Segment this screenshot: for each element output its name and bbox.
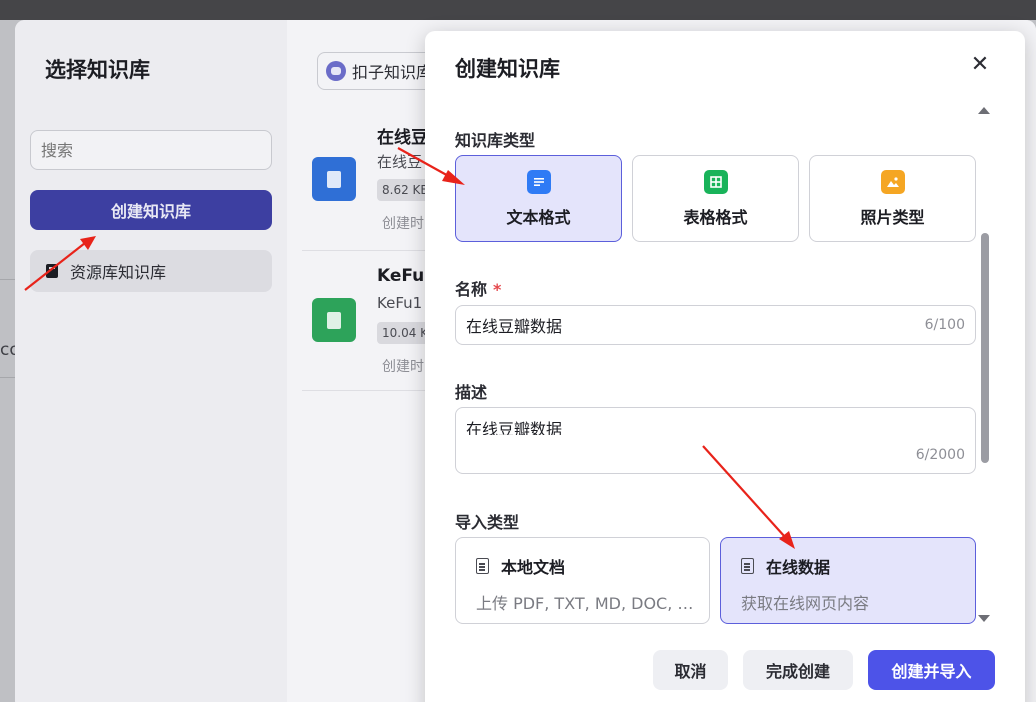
kb-type-option-label: 表格格式 xyxy=(683,207,748,227)
import-option-title: 在线数据 xyxy=(766,558,831,577)
select-kb-sidebar: 选择知识库 创建知识库 资源库知识库 xyxy=(15,20,287,702)
required-marker: * xyxy=(493,280,502,299)
background-top-bar xyxy=(0,0,1036,20)
name-field[interactable]: 6/100 xyxy=(455,305,976,345)
kb-item-created: 创建时 xyxy=(382,216,424,232)
name-input[interactable] xyxy=(466,315,895,334)
scroll-down-arrow[interactable] xyxy=(978,615,990,622)
doc-icon xyxy=(526,169,551,194)
table-icon xyxy=(703,169,728,194)
create-kb-button[interactable]: 创建知识库 xyxy=(30,190,272,230)
description-label: 描述 xyxy=(455,383,488,402)
cancel-button[interactable]: 取消 xyxy=(653,650,728,690)
create-kb-dialog: 创建知识库 ✕ 知识库类型 文本格式 表格格式 照片类型 名称 * 6/100 描… xyxy=(425,31,1025,702)
kb-item-desc: KeFu1 xyxy=(377,294,423,312)
name-label: 名称 * xyxy=(455,276,501,300)
kb-type-option-label: 照片类型 xyxy=(860,207,925,227)
document-icon xyxy=(476,558,489,574)
kb-thumb-icon xyxy=(312,298,356,342)
description-char-count: 6/2000 xyxy=(915,447,965,463)
dialog-title: 创建知识库 xyxy=(455,57,560,81)
kb-type-image-option[interactable]: 照片类型 xyxy=(809,155,976,242)
kb-item-created: 创建时 xyxy=(382,359,424,375)
kb-source-filter-label: 扣子知识库 xyxy=(352,63,433,82)
bot-icon xyxy=(326,61,346,81)
import-local-doc-option[interactable]: 本地文档 上传 PDF, TXT, MD, DOC, … xyxy=(455,537,710,624)
close-icon[interactable]: ✕ xyxy=(968,53,992,77)
create-and-import-button[interactable]: 创建并导入 xyxy=(868,650,995,690)
kb-type-option-label: 文本格式 xyxy=(506,207,571,227)
finish-create-button[interactable]: 完成创建 xyxy=(743,650,853,690)
kb-item-name: 在线豆 xyxy=(377,128,428,148)
description-textarea[interactable] xyxy=(466,416,965,435)
import-online-data-option[interactable]: 在线数据 获取在线网页内容 xyxy=(720,537,976,624)
search-input[interactable] xyxy=(30,130,272,170)
name-char-count: 6/100 xyxy=(924,317,965,333)
scroll-up-arrow[interactable] xyxy=(978,107,990,114)
kb-type-text-option[interactable]: 文本格式 xyxy=(455,155,622,242)
web-document-icon xyxy=(741,558,754,574)
sidebar-item-label: 资源库知识库 xyxy=(70,263,167,282)
scrollbar-thumb[interactable] xyxy=(981,233,989,463)
name-label-text: 名称 xyxy=(455,280,488,299)
kb-type-label: 知识库类型 xyxy=(455,131,536,150)
book-icon xyxy=(46,264,58,278)
sidebar-item-repo-kb[interactable]: 资源库知识库 xyxy=(30,250,272,292)
image-icon xyxy=(880,169,905,194)
import-type-label: 导入类型 xyxy=(455,513,520,532)
select-kb-title: 选择知识库 xyxy=(45,58,150,82)
import-option-subtitle: 获取在线网页内容 xyxy=(741,594,870,613)
import-option-subtitle: 上传 PDF, TXT, MD, DOC, … xyxy=(476,594,694,613)
import-option-title: 本地文档 xyxy=(501,558,566,577)
kb-item-desc: 在线豆 xyxy=(377,153,423,171)
description-field[interactable]: 6/2000 xyxy=(455,407,976,474)
kb-thumb-icon xyxy=(312,157,356,201)
kb-type-table-option[interactable]: 表格格式 xyxy=(632,155,799,242)
